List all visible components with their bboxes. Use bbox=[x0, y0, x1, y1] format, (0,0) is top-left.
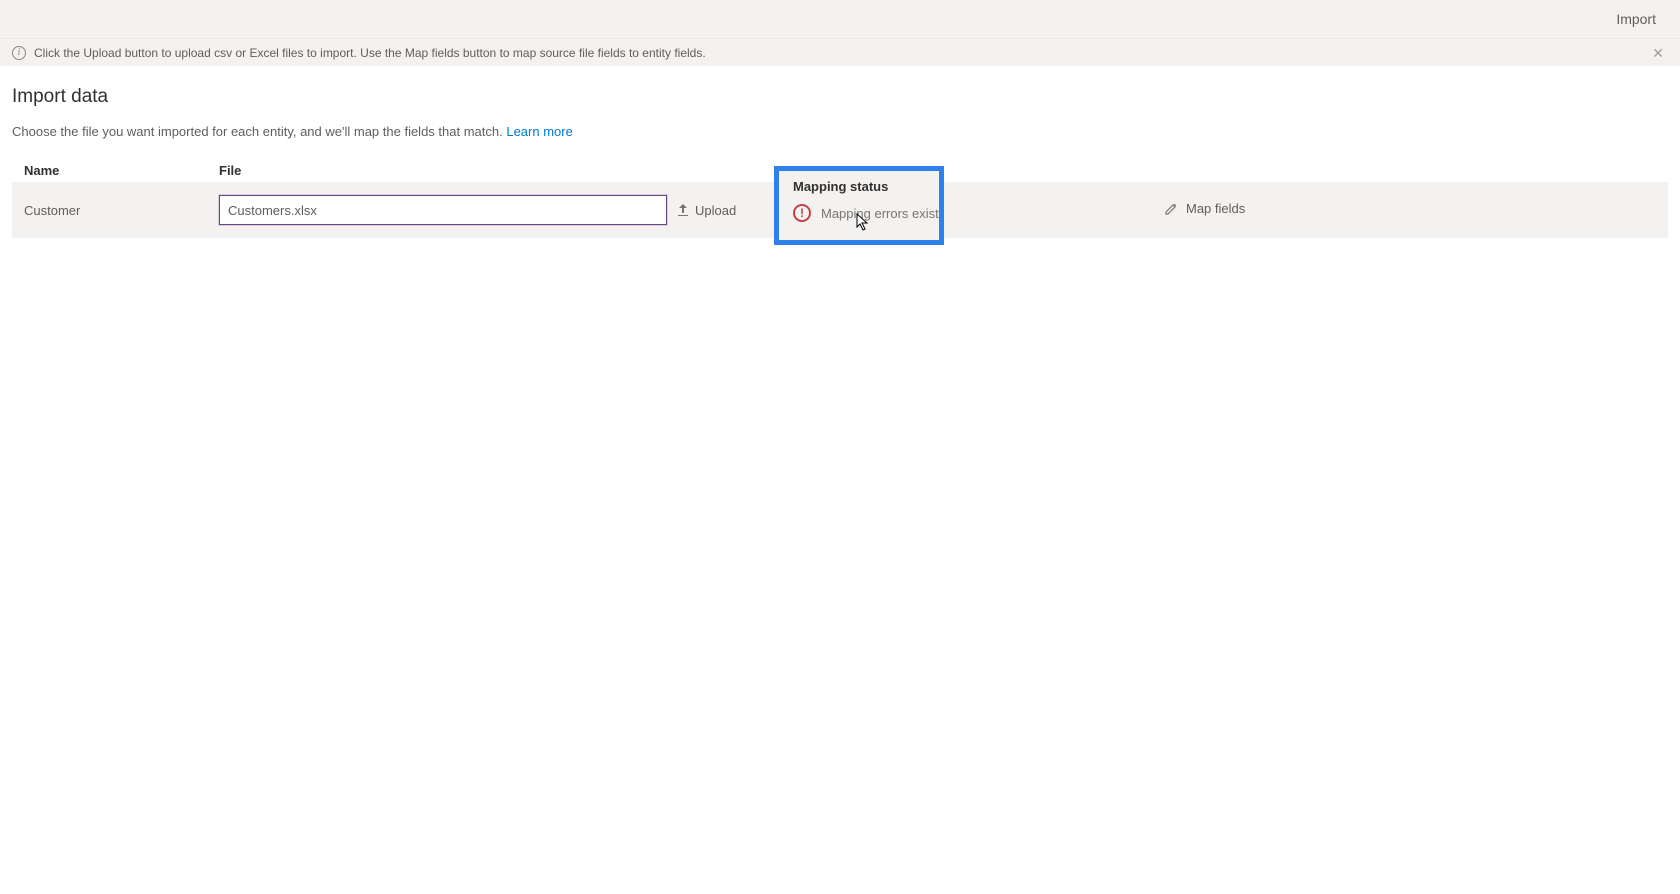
upload-button[interactable]: Upload bbox=[677, 203, 736, 218]
column-header-name: Name bbox=[24, 163, 219, 178]
page-content: Import data Choose the file you want imp… bbox=[0, 66, 1680, 238]
mapping-status-header: Mapping status bbox=[793, 179, 925, 194]
column-header-file: File bbox=[219, 163, 754, 178]
mapping-status-highlight: Mapping status ! Mapping errors exist bbox=[774, 166, 944, 245]
subtitle-text: Choose the file you want imported for ea… bbox=[12, 124, 506, 139]
import-button[interactable]: Import bbox=[1616, 11, 1656, 27]
mapping-status-text: Mapping errors exist bbox=[821, 206, 939, 221]
page-title: Import data bbox=[12, 86, 1668, 108]
map-fields-button[interactable]: Map fields bbox=[1164, 201, 1245, 216]
info-bar: i Click the Upload button to upload csv … bbox=[0, 38, 1680, 66]
file-name-input[interactable] bbox=[219, 195, 667, 225]
close-icon[interactable]: ✕ bbox=[1648, 42, 1668, 64]
upload-label: Upload bbox=[695, 203, 736, 218]
mapping-status-value: ! Mapping errors exist bbox=[793, 204, 925, 222]
entity-name: Customer bbox=[24, 203, 80, 218]
top-toolbar: Import bbox=[0, 0, 1680, 38]
info-message: Click the Upload button to upload csv or… bbox=[34, 46, 706, 60]
entity-grid: Name File Customer Upload Mapping s bbox=[12, 163, 1668, 238]
table-row: Customer Upload Mapping status ! Mapping… bbox=[12, 182, 1668, 238]
info-icon: i bbox=[12, 46, 26, 60]
pencil-icon bbox=[1164, 202, 1178, 216]
map-fields-label: Map fields bbox=[1186, 201, 1245, 216]
error-icon: ! bbox=[793, 204, 811, 222]
learn-more-link[interactable]: Learn more bbox=[506, 124, 572, 139]
column-header-map bbox=[1044, 163, 1656, 178]
page-subtitle: Choose the file you want imported for ea… bbox=[12, 124, 1668, 139]
upload-icon bbox=[677, 203, 689, 217]
